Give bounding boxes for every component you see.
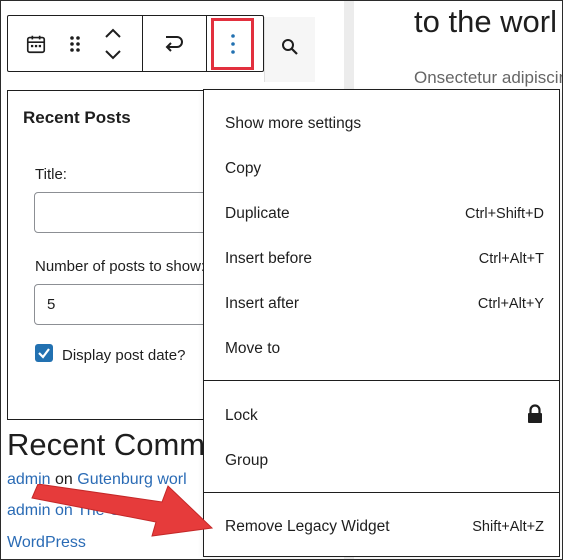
toolbar-separator [206, 16, 207, 71]
menu-item-shortcut: Ctrl+Alt+T [478, 251, 544, 267]
menu-item-insert-before[interactable]: Insert before Ctrl+Alt+T [204, 239, 559, 279]
move-up-down-icon[interactable] [100, 24, 126, 64]
toolbar-separator [142, 16, 143, 71]
transform-icon[interactable] [158, 30, 192, 58]
drag-handle-icon[interactable] [63, 30, 87, 58]
check-icon [38, 348, 50, 359]
widget-title: Recent Posts [23, 108, 131, 127]
menu-item-move-to[interactable]: Move to [204, 329, 559, 369]
menu-item-copy[interactable]: Copy [204, 149, 559, 189]
menu-item-remove-legacy-widget[interactable]: Remove Legacy Widget Shift+Alt+Z [204, 507, 559, 547]
menu-divider [204, 492, 559, 493]
menu-item-insert-after[interactable]: Insert after Ctrl+Alt+Y [204, 284, 559, 324]
menu-item-label: Lock [225, 407, 258, 424]
menu-item-label: Insert after [225, 295, 300, 312]
title-label: Title: [35, 166, 67, 183]
menu-item-shortcut: Ctrl+Shift+D [465, 206, 544, 222]
title-input[interactable] [34, 192, 224, 233]
search-icon [281, 38, 299, 61]
menu-item-shortcut: Ctrl+Alt+Y [477, 296, 544, 312]
recent-posts-widget: Recent Posts [7, 90, 217, 420]
menu-item-duplicate[interactable]: Duplicate Ctrl+Shift+D [204, 194, 559, 234]
menu-item-label: Group [225, 452, 269, 469]
menu-item-group[interactable]: Group [204, 441, 559, 481]
display-date-label: Display post date? [62, 347, 186, 364]
calendar-icon[interactable] [22, 30, 50, 58]
display-date-checkbox[interactable] [35, 344, 53, 362]
menu-item-label: Move to [225, 340, 281, 357]
menu-item-show-more-settings[interactable]: Show more settings [204, 104, 559, 144]
block-options-menu: Show more settings Copy Duplicate Ctrl+S… [203, 89, 560, 557]
menu-item-label: Insert before [225, 250, 313, 267]
menu-item-label: Remove Legacy Widget [225, 518, 390, 535]
search-button[interactable] [264, 17, 315, 82]
post-heading: to the worl [414, 4, 558, 39]
number-of-posts-label: Number of posts to show: [35, 258, 206, 275]
menu-item-label: Duplicate [225, 205, 290, 222]
lock-icon [526, 403, 544, 429]
menu-item-lock[interactable]: Lock [204, 396, 559, 436]
menu-item-shortcut: Shift+Alt+Z [472, 519, 544, 535]
annotation-arrow-icon [28, 483, 218, 549]
number-of-posts-input[interactable] [34, 284, 224, 325]
menu-item-label: Show more settings [225, 115, 362, 132]
post-paragraph: Onsectetur adipiscin [414, 68, 563, 87]
menu-divider [204, 380, 559, 381]
menu-item-label: Copy [225, 160, 262, 177]
options-highlight [211, 18, 254, 70]
